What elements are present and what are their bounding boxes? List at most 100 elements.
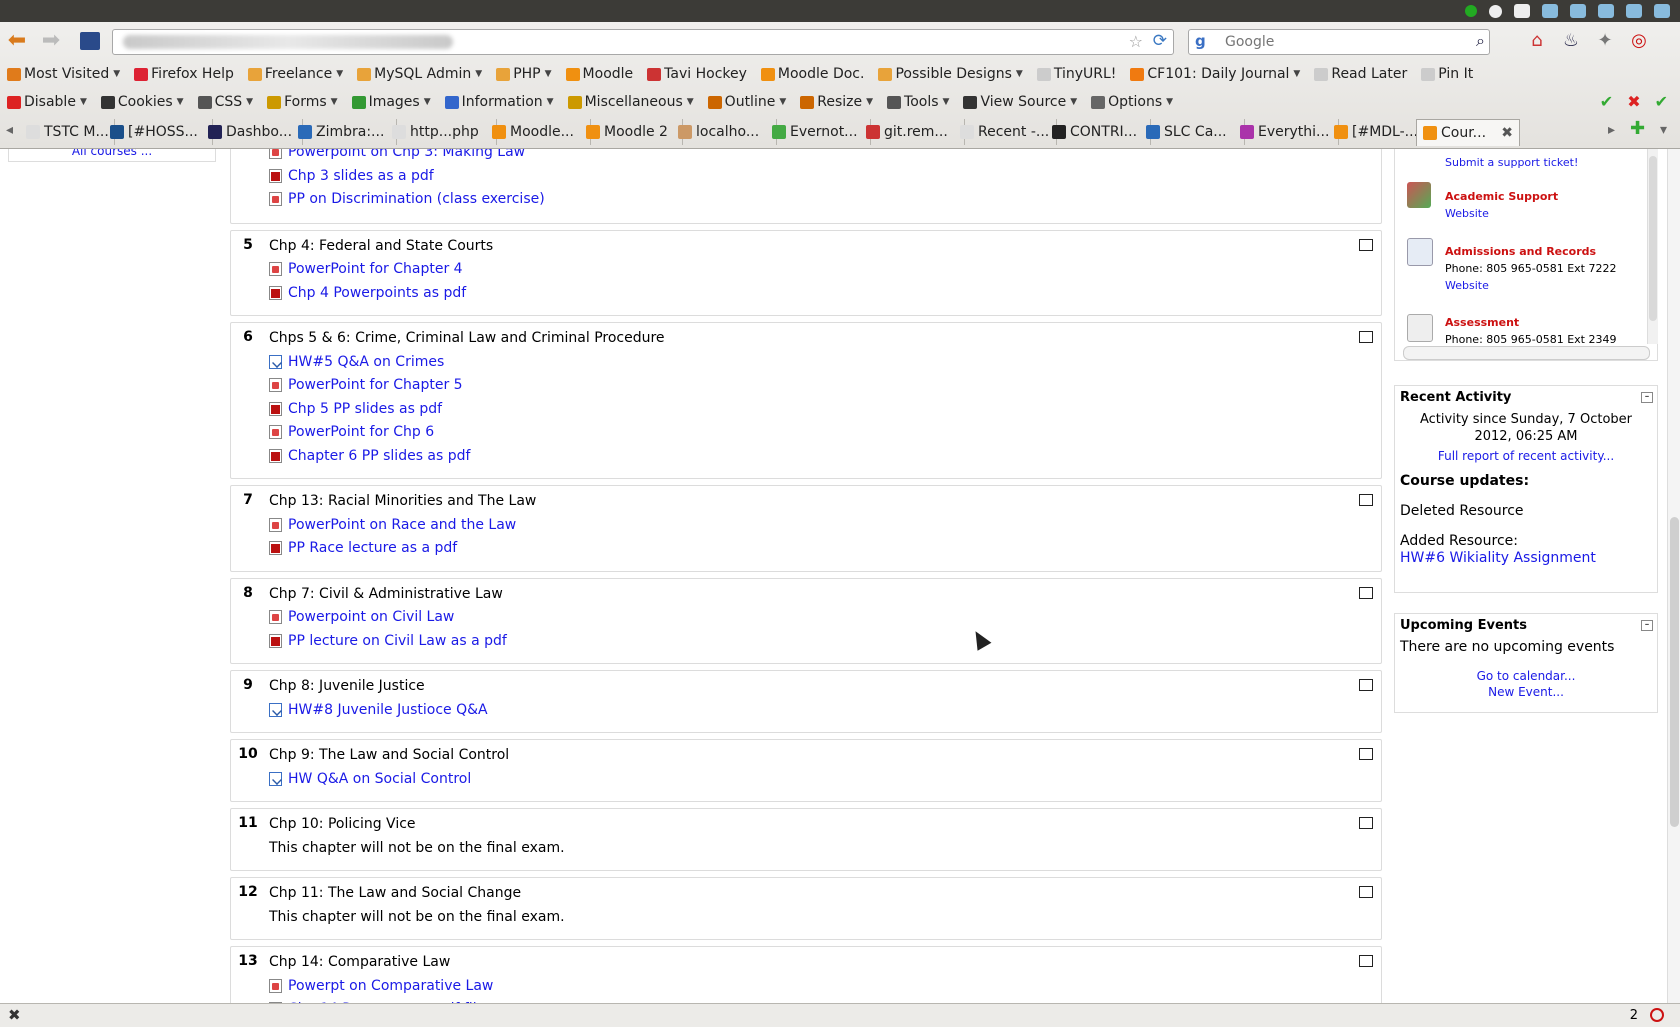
tab[interactable]: [#MDL-... — [1328, 119, 1427, 145]
webdev-menu[interactable]: View Source ▼ — [956, 88, 1084, 116]
bookmark-star-icon[interactable]: ☆ — [1129, 32, 1143, 51]
tab[interactable]: CONTRI... — [1046, 119, 1151, 145]
tab[interactable]: Moodle 2 — [580, 119, 683, 145]
bookmark-item[interactable]: TinyURL! — [1030, 60, 1124, 88]
section-highlight-checkbox[interactable] — [1359, 955, 1373, 967]
tab-scroll-right-icon[interactable]: ▸ — [1608, 122, 1615, 138]
resource-link[interactable]: Chp 3 slides as a pdf — [269, 168, 434, 184]
added-resource-link[interactable]: HW#6 Wikiality Assignment — [1400, 550, 1596, 566]
section-highlight-checkbox[interactable] — [1359, 586, 1373, 599]
bookmark-item[interactable]: Moodle — [559, 60, 641, 88]
weather-icon[interactable] — [1598, 4, 1614, 18]
resource-link[interactable]: HW#5 Q&A on Crimes — [269, 354, 444, 370]
reload-icon[interactable]: ⟳ — [1153, 31, 1167, 51]
home-icon[interactable]: ⌂ — [1526, 30, 1548, 52]
check-icon[interactable]: ✔ — [1600, 92, 1613, 111]
tab[interactable]: Zimbra:... — [292, 119, 397, 145]
tab-active[interactable]: Cour... ✖ — [1416, 119, 1520, 146]
resource-link[interactable]: PowerPoint on Race and the Law — [269, 517, 516, 533]
resource-link[interactable]: PP Race lecture as a pdf — [269, 540, 457, 556]
section-highlight-checkbox[interactable] — [1359, 238, 1373, 251]
resource-link[interactable]: Chp 4 Powerpoints as pdf — [269, 285, 466, 301]
webdev-menu[interactable]: Information ▼ — [438, 88, 561, 116]
resource-link[interactable]: Powerpoint on Chp 3: Making Law — [269, 149, 525, 160]
new-event-link[interactable]: New Event... — [1488, 685, 1564, 699]
collapse-icon[interactable]: – — [1641, 620, 1653, 631]
resource-link[interactable]: PowerPoint for Chapter 4 — [269, 261, 463, 277]
support-ticket-link[interactable]: Submit a support ticket! — [1445, 156, 1578, 169]
collapse-icon[interactable]: – — [1641, 392, 1653, 403]
resource-link[interactable]: PowerPoint for Chapter 5 — [269, 377, 463, 393]
section-highlight-checkbox[interactable] — [1359, 331, 1373, 343]
addon-status-icon[interactable] — [1650, 1008, 1664, 1022]
weather-icon[interactable] — [1654, 4, 1670, 18]
search-icon[interactable]: ⌕ — [1476, 31, 1485, 51]
bookmark-item[interactable]: MySQL Admin ▼ — [350, 60, 489, 88]
full-report-link[interactable]: Full report of recent activity... — [1438, 449, 1614, 463]
section-highlight-checkbox[interactable] — [1359, 748, 1373, 760]
admissions-website-link[interactable]: Website — [1445, 279, 1617, 292]
resource-link[interactable]: HW#8 Juvenile Justioce Q&A — [269, 702, 488, 718]
webdev-menu[interactable]: Forms ▼ — [260, 88, 344, 116]
close-icon[interactable]: ✖ — [8, 1006, 21, 1024]
webdev-menu[interactable]: Resize ▼ — [793, 88, 880, 116]
webdev-menu[interactable]: Images ▼ — [345, 88, 438, 116]
new-tab-icon[interactable]: ✚ — [1630, 118, 1645, 139]
section-highlight-checkbox[interactable] — [1359, 494, 1373, 506]
bookmark-item[interactable]: PHP ▼ — [489, 60, 558, 88]
resource-link[interactable]: Powerpt on Comparative Law — [269, 978, 493, 994]
tab[interactable]: http...php — [386, 119, 497, 145]
weather-icon[interactable] — [1542, 4, 1558, 18]
tab[interactable]: Moodle... — [486, 119, 591, 145]
section-highlight-checkbox[interactable] — [1359, 886, 1373, 898]
tab[interactable]: git.rem... — [860, 119, 965, 145]
tab[interactable]: Recent -... — [954, 119, 1057, 145]
forward-arrow-icon[interactable]: ➡ — [38, 28, 64, 54]
close-tab-icon[interactable]: ✖ — [1501, 125, 1513, 141]
tab-scroll-left-icon[interactable]: ◂ — [6, 122, 13, 138]
all-courses-link[interactable]: All courses ... — [72, 149, 152, 158]
google-icon[interactable]: g — [1195, 32, 1206, 50]
addon-icon[interactable]: ✦ — [1594, 30, 1616, 52]
webdev-menu[interactable]: CSS ▼ — [191, 88, 260, 116]
bookmark-item[interactable]: Freelance ▼ — [241, 60, 350, 88]
bookmark-item[interactable]: Read Later — [1307, 60, 1414, 88]
tab[interactable]: [#HOSS... — [104, 119, 213, 145]
url-bar[interactable]: ☆ ⟳ — [112, 29, 1174, 55]
bookmark-item[interactable]: Most Visited ▼ — [0, 60, 127, 88]
webdev-menu[interactable]: Cookies ▼ — [94, 88, 191, 116]
bookmark-item[interactable]: Moodle Doc. — [754, 60, 872, 88]
site-identity-icon[interactable] — [80, 32, 100, 50]
bookmark-item[interactable]: Pin It — [1414, 60, 1480, 88]
resource-link[interactable]: HW Q&A on Social Control — [269, 771, 471, 787]
resource-link[interactable]: Powerpoint on Civil Law — [269, 609, 454, 625]
webdev-menu[interactable]: Tools ▼ — [880, 88, 956, 116]
vertical-scrollbar[interactable] — [1647, 149, 1658, 344]
error-icon[interactable]: ✖ — [1627, 92, 1640, 111]
clock-icon[interactable] — [1489, 4, 1502, 18]
webdev-menu[interactable]: Outline ▼ — [701, 88, 794, 116]
webdev-menu[interactable]: Disable ▼ — [0, 88, 94, 116]
tab[interactable]: Evernot... — [766, 119, 871, 145]
tab[interactable]: Dashbo... — [202, 119, 303, 145]
tab[interactable]: localho... — [672, 119, 777, 145]
go-to-calendar-link[interactable]: Go to calendar... — [1477, 669, 1576, 683]
tab[interactable]: Everythi... — [1234, 119, 1339, 145]
section-highlight-checkbox[interactable] — [1359, 679, 1373, 691]
search-input[interactable] — [1223, 32, 1457, 52]
section-highlight-checkbox[interactable] — [1359, 817, 1373, 829]
academic-website-link[interactable]: Website — [1445, 207, 1558, 220]
weather-icon[interactable] — [1626, 4, 1642, 18]
search-bar[interactable]: g ⌕ — [1188, 29, 1490, 55]
addon-icon[interactable]: ◎ — [1628, 30, 1650, 52]
addon-icon[interactable]: ♨ — [1560, 30, 1582, 52]
horizontal-scrollbar[interactable] — [1403, 346, 1650, 360]
tab[interactable]: SLC Ca... — [1140, 119, 1245, 145]
resource-link[interactable]: PP lecture on Civil Law as a pdf — [269, 633, 507, 649]
calendar-icon[interactable] — [1514, 4, 1530, 18]
bookmark-item[interactable]: Firefox Help — [127, 60, 241, 88]
bookmark-item[interactable]: Possible Designs ▼ — [871, 60, 1029, 88]
weather-icon[interactable] — [1570, 4, 1586, 18]
tab-list-icon[interactable]: ▾ — [1660, 122, 1667, 138]
tab[interactable]: TSTC M... — [20, 119, 115, 145]
